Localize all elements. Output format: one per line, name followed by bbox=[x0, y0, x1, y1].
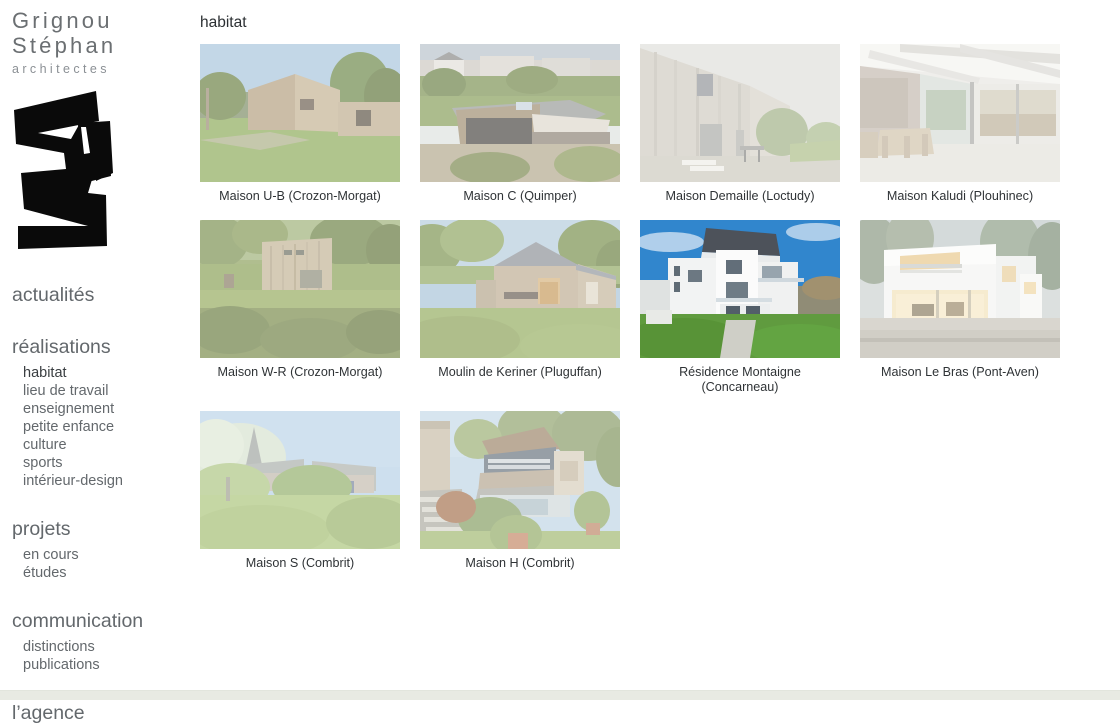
sidebar-item-publications[interactable]: publications bbox=[12, 656, 200, 674]
project-card[interactable]: Moulin de Keriner (Pluguffan) bbox=[420, 220, 620, 395]
nav-gap-1 bbox=[12, 312, 200, 326]
project-thumbnail-aerial-house-awning[interactable] bbox=[420, 44, 620, 182]
project-caption: Maison S (Combrit) bbox=[245, 556, 355, 570]
project-caption: Résidence Montaigne (Concarneau) bbox=[679, 365, 801, 394]
nav-gap-3 bbox=[12, 586, 200, 600]
project-caption: Maison U-B (Crozon-Morgat) bbox=[219, 189, 381, 203]
nav-sublist-projets: en cours études bbox=[12, 546, 200, 582]
nav-sublist-communication: distinctions publications bbox=[12, 638, 200, 674]
brand-subtitle: architectes bbox=[12, 62, 110, 76]
sidebar-item-petite-enfance[interactable]: petite enfance bbox=[12, 418, 200, 436]
project-caption: Maison Le Bras (Pont-Aven) bbox=[881, 365, 1039, 379]
sidebar-item-en-cours[interactable]: en cours bbox=[12, 546, 200, 564]
sidebar-item-lieu-de-travail[interactable]: lieu de travail bbox=[12, 382, 200, 400]
project-caption: Maison Kaludi (Plouhinec) bbox=[886, 189, 1034, 203]
project-caption: Maison Demaille (Loctudy) bbox=[665, 189, 815, 203]
nav-section-agence[interactable]: l’agence bbox=[12, 702, 200, 724]
project-thumbnail-timber-facade-terrace[interactable] bbox=[640, 44, 840, 182]
project-caption: Maison C (Quimper) bbox=[463, 189, 577, 203]
nav-gap-2 bbox=[12, 494, 200, 508]
brand-block[interactable]: Grignou Stéphan architectes bbox=[0, 0, 200, 79]
sidebar: Grignou Stéphan architectes actualités r… bbox=[0, 0, 200, 724]
project-caption: Maison H (Combrit) bbox=[465, 556, 575, 570]
project-card[interactable]: Maison W-R (Crozon-Morgat) bbox=[200, 220, 400, 395]
project-thumbnail-stone-mill-barn[interactable] bbox=[420, 220, 620, 358]
sidebar-item-culture[interactable]: culture bbox=[12, 436, 200, 454]
nav-sublist-realisations: habitat lieu de travail enseignement pet… bbox=[12, 364, 200, 490]
project-card[interactable]: Maison Le Bras (Pont-Aven) bbox=[860, 220, 1060, 395]
nav-section-realisations[interactable]: réalisations bbox=[12, 336, 200, 358]
project-card[interactable]: Résidence Montaigne (Concarneau) bbox=[640, 220, 840, 395]
sidebar-item-sports[interactable]: sports bbox=[12, 454, 200, 472]
project-caption: Maison W-R (Crozon-Morgat) bbox=[217, 365, 383, 379]
sidebar-item-interieur-design[interactable]: intérieur-design bbox=[12, 472, 200, 490]
project-card[interactable]: Maison H (Combrit) bbox=[420, 411, 620, 571]
brand-line-2: Stéphan bbox=[12, 33, 117, 58]
project-card[interactable]: Maison C (Quimper) bbox=[420, 44, 620, 204]
gs-angular-logo-icon[interactable] bbox=[8, 91, 128, 251]
main-navigation: actualités réalisations habitat lieu de … bbox=[0, 284, 200, 724]
project-thumbnail-timber-cube-trees[interactable] bbox=[200, 220, 400, 358]
nav-section-communication[interactable]: communication bbox=[12, 610, 200, 632]
project-thumbnail-wooden-house-lawn[interactable] bbox=[200, 44, 400, 182]
project-card[interactable]: Maison U-B (Crozon-Morgat) bbox=[200, 44, 400, 204]
brand-line-1: Grignou bbox=[12, 8, 113, 33]
nav-section-actualites[interactable]: actualités bbox=[12, 284, 200, 306]
project-thumbnail-interior-beamed-ceiling[interactable] bbox=[860, 44, 1060, 182]
main-content: habitat Maison U-B (Crozon-Morgat) Maiso… bbox=[200, 0, 1120, 700]
project-thumbnail-garden-church-spire[interactable] bbox=[200, 411, 400, 549]
sidebar-item-etudes[interactable]: études bbox=[12, 564, 200, 582]
page-title: habitat bbox=[200, 14, 247, 31]
page-root: Grignou Stéphan architectes actualités r… bbox=[0, 0, 1120, 724]
sidebar-item-enseignement[interactable]: enseignement bbox=[12, 400, 200, 418]
footer-strip bbox=[0, 690, 1120, 700]
sidebar-item-habitat[interactable]: habitat bbox=[12, 364, 200, 382]
project-card[interactable]: Maison S (Combrit) bbox=[200, 411, 400, 571]
project-thumbnail-white-residence-blue-sky[interactable] bbox=[640, 220, 840, 358]
project-card[interactable]: Maison Kaludi (Plouhinec) bbox=[860, 44, 1060, 204]
project-thumbnail-hillside-house-steps[interactable] bbox=[420, 411, 620, 549]
sidebar-item-distinctions[interactable]: distinctions bbox=[12, 638, 200, 656]
project-grid: Maison U-B (Crozon-Morgat) Maison C (Qui… bbox=[200, 44, 1075, 587]
project-card[interactable]: Maison Demaille (Loctudy) bbox=[640, 44, 840, 204]
nav-section-projets[interactable]: projets bbox=[12, 518, 200, 540]
project-thumbnail-white-modern-house-dusk[interactable] bbox=[860, 220, 1060, 358]
project-caption: Moulin de Keriner (Pluguffan) bbox=[438, 365, 602, 379]
